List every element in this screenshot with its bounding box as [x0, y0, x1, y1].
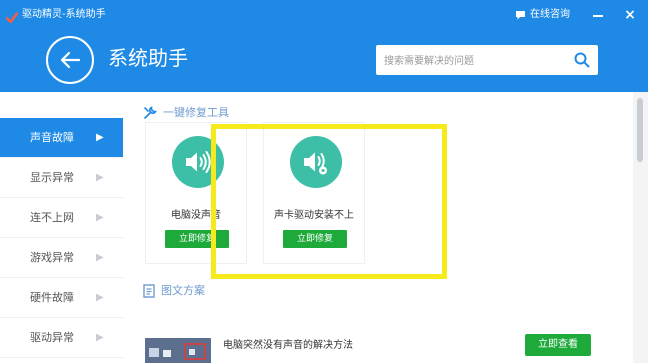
- sidebar-item-label: 连不上网: [30, 211, 74, 224]
- chevron-right-icon: ▶: [96, 252, 104, 263]
- checkmark-logo: [5, 9, 19, 24]
- scrollbar-thumb[interactable]: [637, 98, 643, 162]
- tools-section-label: 一键修复工具: [163, 106, 229, 119]
- sidebar-item-sound-fault[interactable]: 声音故障 ▶: [0, 118, 123, 158]
- tool-icon-circle: [172, 136, 224, 188]
- app-window: 驱动精灵-系统助手 在线咨询 × 系统助手 声音故障 ▶: [0, 0, 648, 363]
- fix-now-button[interactable]: 立即修复: [283, 230, 347, 248]
- close-icon: ×: [624, 7, 636, 23]
- title-bar: 驱动精灵-系统助手 在线咨询 ×: [0, 0, 648, 32]
- chevron-right-icon: ▶: [96, 332, 104, 343]
- tools-section-title: 一键修复工具: [143, 106, 229, 120]
- sidebar: 声音故障 ▶ 显示异常 ▶ 连不上网 ▶ 游戏异常 ▶ 硬件故障 ▶ 驱动异常 …: [0, 118, 123, 363]
- tool-name: 电脑没声音: [171, 210, 221, 221]
- online-support-label: 在线咨询: [530, 9, 570, 20]
- chevron-right-icon: ▶: [96, 212, 104, 223]
- speaker-icon: [186, 151, 211, 173]
- sidebar-item-game-error[interactable]: 游戏异常 ▶: [0, 238, 123, 278]
- chat-bubble-icon: [516, 11, 525, 20]
- search-input[interactable]: [382, 50, 566, 72]
- tool-card-no-sound: 电脑没声音 立即修复: [145, 122, 247, 264]
- minimize-icon: [593, 15, 603, 17]
- article-item: 电脑突然没有声音的解决方法 立即查看: [145, 330, 633, 363]
- article-title[interactable]: 电脑突然没有声音的解决方法: [223, 339, 353, 353]
- speaker-settings-icon: [304, 152, 327, 175]
- close-button[interactable]: ×: [622, 6, 638, 24]
- sidebar-item-label: 显示异常: [30, 171, 74, 184]
- sidebar-item-label: 驱动异常: [30, 331, 74, 344]
- sidebar-item-hardware-fault[interactable]: 硬件故障 ▶: [0, 278, 123, 318]
- fix-now-button[interactable]: 立即修复: [165, 230, 229, 248]
- tool-name: 声卡驱动安装不上: [274, 210, 354, 221]
- view-now-button[interactable]: 立即查看: [525, 334, 591, 356]
- tool-card-driver-install: 声卡驱动安装不上 立即修复: [263, 122, 365, 264]
- tool-icon-circle: [290, 136, 342, 188]
- document-icon: [143, 284, 155, 298]
- back-button[interactable]: [46, 36, 94, 84]
- article-thumbnail: [145, 338, 211, 363]
- sidebar-item-network[interactable]: 连不上网 ▶: [0, 198, 123, 238]
- articles-section-title: 图文方案: [143, 284, 205, 298]
- minimize-button[interactable]: [590, 6, 606, 24]
- back-arrow-icon: [60, 51, 81, 69]
- wrench-icon: [144, 106, 157, 119]
- page-title: 系统助手: [108, 46, 188, 70]
- articles-section-label: 图文方案: [161, 284, 205, 297]
- search-box: [376, 45, 598, 75]
- chevron-right-icon: ▶: [96, 292, 104, 303]
- header: 系统助手: [0, 32, 648, 92]
- online-support-button[interactable]: 在线咨询: [515, 8, 570, 22]
- sidebar-item-label: 游戏异常: [30, 251, 74, 264]
- app-title: 驱动精灵-系统助手: [22, 9, 106, 20]
- scrollbar[interactable]: [633, 92, 648, 363]
- search-icon[interactable]: [574, 52, 590, 68]
- sidebar-item-driver-error[interactable]: 驱动异常 ▶: [0, 318, 123, 358]
- sidebar-item-label: 硬件故障: [30, 291, 74, 304]
- sidebar-item-display-error[interactable]: 显示异常 ▶: [0, 158, 123, 198]
- chevron-right-icon: ▶: [96, 172, 104, 183]
- sidebar-item-label: 声音故障: [30, 131, 74, 144]
- chevron-right-icon: ▶: [96, 132, 104, 143]
- main-content: 一键修复工具 电脑没声音 立即修复 声卡驱动安装不上 立即修复 图文方案 电脑突…: [123, 92, 633, 363]
